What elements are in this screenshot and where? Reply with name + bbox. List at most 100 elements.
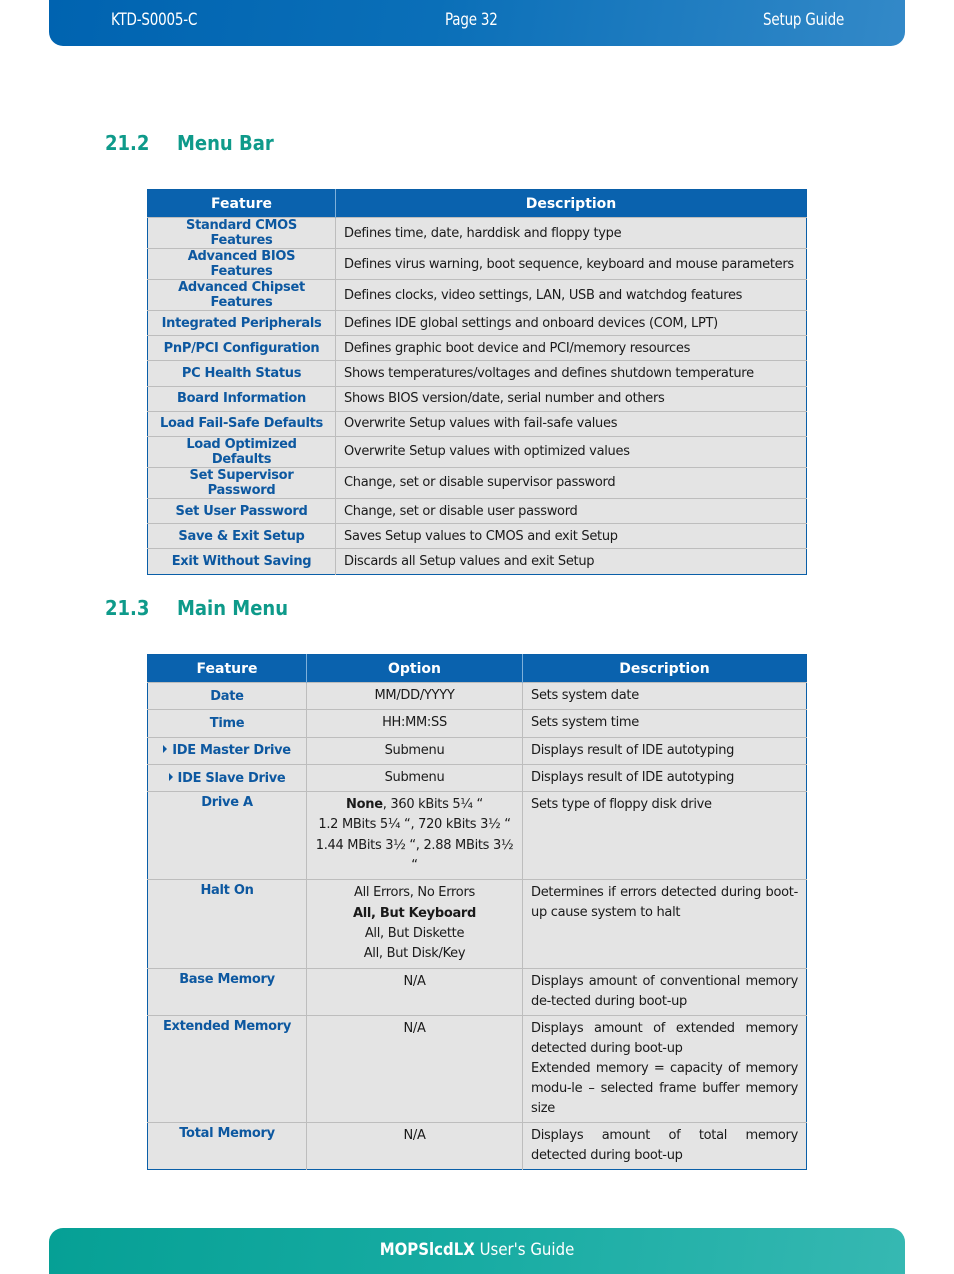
option-line: MM/DD/YYYY — [374, 688, 455, 703]
description-cell: Discards all Setup values and exit Setup — [335, 548, 807, 574]
description-cell: Defines virus warning, boot sequence, ke… — [335, 248, 807, 280]
section-title-text: Menu Bar — [177, 131, 274, 155]
table-row: Integrated Peripherals Defines IDE global… — [147, 309, 807, 336]
description-cell: Displays amount of conventional memory d… — [522, 967, 807, 1016]
description-cell: Shows temperatures/voltages and defines … — [335, 360, 807, 387]
page-footer: MOPSlcdLX User's Guide — [49, 1228, 905, 1274]
table-row: Set Supervisor Password Change, set or di… — [147, 466, 807, 499]
option-line: All, But Diskette — [364, 925, 465, 941]
option-cell: N/A — [306, 1014, 523, 1123]
option-line: 1.2 MBits 5¼ “, 720 kBits 3½ “ — [318, 817, 511, 833]
feature-label: Total Memory — [179, 1125, 275, 1141]
feature-cell: IDE Master Drive — [147, 736, 307, 765]
description-paragraph: Displays result of IDE autotyping — [531, 770, 735, 786]
feature-cell: Halt On — [147, 879, 307, 969]
feature-label: Drive A — [201, 795, 253, 811]
description-paragraph: Sets system time — [531, 715, 639, 731]
description-cell: Displays result of IDE autotyping — [522, 736, 807, 765]
feature-cell: Advanced Chipset Features — [147, 279, 336, 311]
table-header-row: Feature Option Description — [147, 654, 807, 683]
option-cell: Submenu — [306, 736, 523, 765]
feature-cell: Exit Without Saving — [147, 548, 336, 574]
feature-label: Date — [210, 688, 244, 704]
table-row: Drive A None, 360 kBits 5¼ “ 1.2 MBits 5¼ … — [147, 791, 807, 880]
table-row: PnP/PCI Configuration Defines graphic boo… — [147, 335, 807, 361]
description-cell: Sets system date — [522, 681, 807, 710]
feature-label: Time — [209, 715, 245, 731]
description-cell: Shows BIOS version/date, serial number a… — [335, 385, 807, 412]
feature-cell: Advanced BIOS Features — [147, 248, 336, 280]
column-header-option: Option — [306, 654, 523, 683]
option-text: , 360 kBits 5¼ “ — [382, 797, 484, 813]
description-cell: Overwrite Setup values with fail-safe va… — [335, 410, 807, 437]
option-line: None, 360 kBits 5¼ “ — [315, 795, 514, 815]
page-number: Page 32 — [445, 10, 498, 30]
product-name: MOPSlcdLX — [379, 1240, 475, 1260]
triangle-right-icon — [168, 772, 173, 781]
feature-cell: IDE Slave Drive — [147, 763, 307, 792]
column-header-feature: Feature — [147, 654, 307, 683]
default-option: All, But Keyboard — [352, 905, 477, 921]
table-row: Extended Memory N/A Displays amount of ext… — [147, 1014, 807, 1123]
description-paragraph: Sets type of floppy disk drive — [531, 797, 712, 813]
table-row: Board Information Shows BIOS version/date… — [147, 385, 807, 412]
feature-label: Halt On — [200, 883, 254, 899]
feature-cell: Load Fail-Safe Defaults — [147, 410, 336, 437]
description-cell: Displays amount of total memory detected… — [522, 1121, 807, 1170]
description-cell: Defines clocks, video settings, LAN, USB… — [335, 279, 807, 311]
feature-label: Extended Memory — [162, 1018, 292, 1034]
table-row: Standard CMOS Features Defines time, date… — [147, 217, 807, 249]
feature-label: Base Memory — [179, 971, 275, 987]
feature-cell: Date — [147, 681, 307, 710]
page-header: KTD-S0005-C Page 32 Setup Guide — [49, 0, 905, 46]
feature-cell: Total Memory — [147, 1121, 307, 1170]
table-row: Advanced BIOS Features Defines virus warn… — [147, 248, 807, 280]
table-row: Advanced Chipset Features Defines clocks,… — [147, 279, 807, 311]
option-cell: MM/DD/YYYY — [306, 681, 523, 710]
option-cell: Submenu — [306, 763, 523, 792]
menu-bar-table: Feature Description Standard CMOS Featur… — [147, 189, 807, 575]
footer-suffix: User's Guide — [474, 1240, 575, 1260]
description-cell: Displays amount of extended memory detec… — [522, 1014, 807, 1123]
feature-cell: Save & Exit Setup — [147, 523, 336, 549]
triangle-right-icon — [163, 745, 168, 754]
table-row: Time HH:MM:SS Sets system time — [147, 709, 807, 738]
description-cell: Defines graphic boot device and PCI/memo… — [335, 335, 807, 361]
description-cell: Defines IDE global settings and onboard … — [335, 309, 807, 336]
document-id: KTD-S0005-C — [111, 10, 198, 30]
table-row: Total Memory N/A Displays amount of total … — [147, 1121, 807, 1170]
option-cell: None, 360 kBits 5¼ “ 1.2 MBits 5¼ “, 720 … — [306, 791, 523, 880]
feature-cell: PC Health Status — [147, 360, 336, 387]
section-number: 21.3 — [105, 596, 150, 620]
option-line: N/A — [403, 1127, 426, 1143]
description-cell: Overwrite Setup values with optimized va… — [335, 435, 807, 468]
feature-cell: Set Supervisor Password — [147, 466, 336, 499]
table-row: PC Health Status Shows temperatures/volta… — [147, 360, 807, 387]
table-header-row: Feature Description — [147, 189, 807, 218]
option-line: 1.44 MBits 3½ “, 2.88 MBits 3½ “ — [315, 837, 514, 874]
description-cell: Determines if errors detected during boo… — [522, 879, 807, 969]
footer-title: MOPSlcdLX User's Guide — [100, 1240, 853, 1260]
table-row: Save & Exit Setup Saves Setup values to C… — [147, 523, 807, 549]
main-menu-table: Feature Option Description Date MM/DD/YYY… — [147, 654, 807, 1170]
description-cell: Defines time, date, harddisk and floppy … — [335, 217, 807, 249]
feature-cell: Integrated Peripherals — [147, 309, 336, 336]
section-number: 21.2 — [105, 131, 150, 155]
table-row: IDE Slave Drive Submenu Displays result of… — [147, 763, 807, 792]
description-cell: Sets system time — [522, 709, 807, 738]
feature-cell: Base Memory — [147, 967, 307, 1016]
option-line: HH:MM:SS — [382, 715, 447, 731]
section-heading-menu-bar: 21.2 Menu Bar — [105, 131, 274, 155]
description-cell: Change, set or disable supervisor passwo… — [335, 466, 807, 499]
table-row: Date MM/DD/YYYY Sets system date — [147, 681, 807, 710]
feature-cell: Board Information — [147, 385, 336, 412]
option-line: All, But Disk/Key — [363, 946, 466, 962]
column-header-description: Description — [522, 654, 807, 683]
feature-cell: Load Optimized Defaults — [147, 435, 336, 468]
section-title-text: Main Menu — [177, 596, 289, 620]
option-cell: N/A — [306, 1121, 523, 1170]
table-row: Exit Without Saving Discards all Setup va… — [147, 548, 807, 574]
table-row: Set User Password Change, set or disable … — [147, 497, 807, 524]
description-paragraph: Sets system date — [531, 688, 639, 704]
column-header-feature: Feature — [147, 189, 336, 218]
